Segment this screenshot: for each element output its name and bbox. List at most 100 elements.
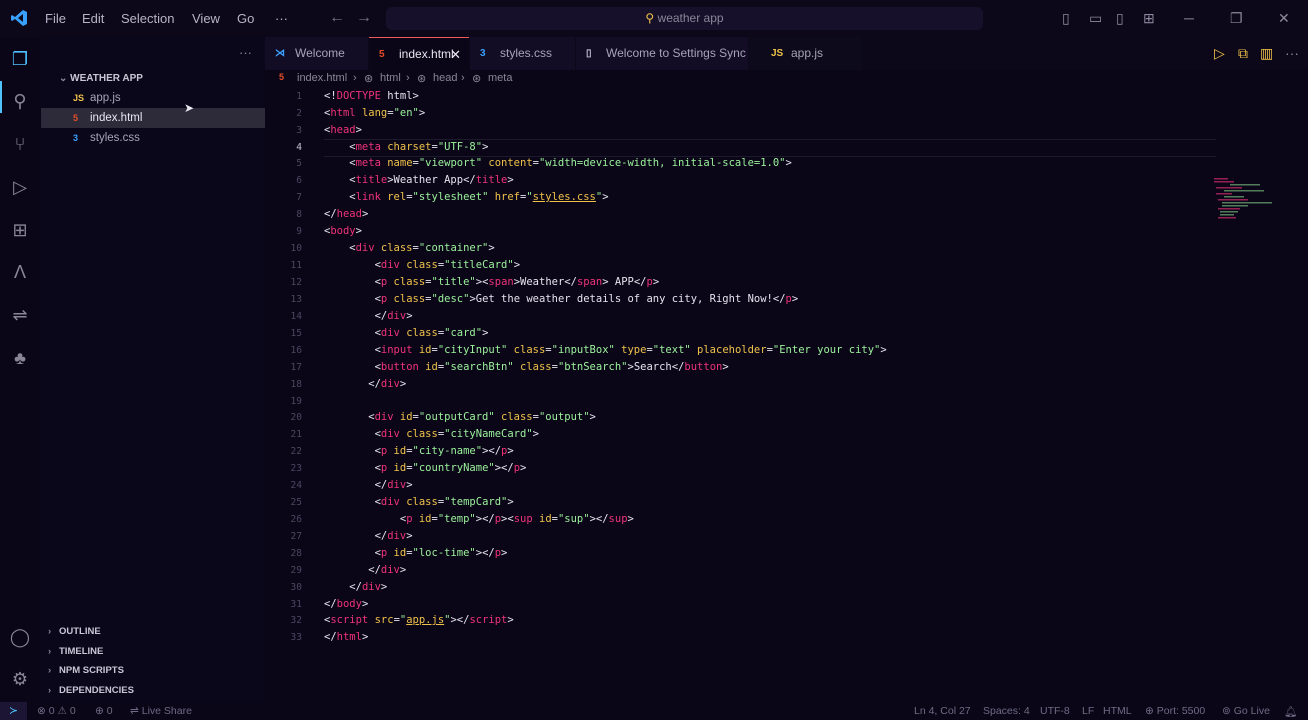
line-number: 13 [290, 294, 302, 305]
remote-explorer-icon[interactable]: ⇌ [8, 303, 32, 327]
line-number: 7 [296, 192, 302, 203]
source-control-icon[interactable]: ⑂ [8, 132, 32, 156]
toggle-panel-icon[interactable]: ▭ [1089, 10, 1102, 27]
command-center-search[interactable]: ⚲ weather app [386, 7, 983, 30]
menu-file[interactable]: File [45, 11, 66, 26]
menu-edit[interactable]: Edit [82, 11, 104, 26]
end-of-line[interactable]: LF [1082, 705, 1094, 717]
settings-gear-icon[interactable]: ⚙ [8, 667, 32, 691]
error-icon: ⊗ [37, 705, 46, 717]
line-number: 25 [290, 497, 302, 508]
section-npm-scripts[interactable]: › NPM SCRIPTS [41, 661, 265, 681]
python-icon[interactable]: ♣ [8, 346, 32, 370]
folder-header[interactable]: ⌄ WEATHER APP [59, 73, 143, 84]
line-number: 5 [296, 158, 302, 169]
section-label: DEPENDENCIES [59, 685, 134, 696]
forward-arrow-icon[interactable]: → [356, 9, 372, 27]
code-line: <div class="tempCard"> [324, 496, 514, 508]
customize-layout-icon[interactable]: ⊞ [1143, 10, 1155, 27]
language-mode[interactable]: HTML [1103, 705, 1132, 717]
cursor-position[interactable]: Ln 4, Col 27 [914, 705, 971, 717]
css-file-icon: 3 [480, 48, 486, 59]
editor-tabs: ⋊ Welcome 5 index.html ✕ 3 styles.css ▯ … [265, 37, 1308, 71]
remote-indicator-icon[interactable]: ≻ [0, 702, 27, 720]
explorer-sidebar: ··· ⌄ WEATHER APP JS app.js 5 index.html… [41, 37, 265, 702]
tab-styles-css[interactable]: 3 styles.css [470, 37, 575, 70]
warning-count: 0 [69, 705, 76, 717]
run-icon[interactable]: ▷ [1214, 45, 1225, 62]
toggle-sidebar-icon[interactable]: ▯ [1062, 10, 1070, 27]
more-actions-icon[interactable]: ··· [239, 45, 252, 60]
problems-indicator[interactable]: ⊗ 0 ⚠ 0 [37, 705, 76, 717]
line-number: 21 [290, 429, 302, 440]
notifications-bell-icon[interactable]: 🔔︎ [1284, 705, 1297, 718]
minimize-icon[interactable]: ─ [1184, 10, 1194, 26]
menu-more[interactable]: ··· [275, 11, 288, 26]
explorer-icon[interactable]: ❐ [8, 47, 32, 71]
file-name: styles.css [90, 132, 140, 144]
code-line: <input id="cityInput" class="inputBox" t… [324, 344, 887, 356]
line-number: 27 [290, 531, 302, 542]
code-line: <body> [324, 225, 362, 237]
code-editor[interactable]: 1 2 3 4 5 6 7 8 9 10 11 12 13 14 15 16 17 18 19 20 21 22 23 24 2… [265, 88, 1308, 702]
menu-go[interactable]: Go [237, 11, 254, 26]
open-preview-icon[interactable]: ⧉ [1238, 45, 1248, 62]
line-number: 11 [290, 260, 302, 271]
breadcrumb-separator: › [461, 72, 465, 84]
more-actions-icon[interactable]: ··· [1285, 45, 1299, 61]
tab-app-js[interactable]: JS app.js [749, 37, 862, 70]
section-outline[interactable]: › OUTLINE [41, 622, 265, 642]
menu-view[interactable]: View [192, 11, 220, 26]
file-item[interactable]: 3 styles.css [41, 128, 265, 148]
tab-welcome[interactable]: ⋊ Welcome [265, 37, 368, 70]
close-tab-icon[interactable]: ✕ [450, 38, 461, 71]
restore-icon[interactable]: ❐ [1230, 10, 1243, 27]
close-window-icon[interactable]: ✕ [1278, 10, 1290, 27]
file-item[interactable]: 5 index.html [41, 108, 265, 128]
line-number: 6 [296, 175, 302, 186]
tab-label: styles.css [500, 46, 553, 60]
go-live-button[interactable]: ⊚ Go Live [1222, 705, 1270, 717]
file-item[interactable]: JS app.js [41, 88, 265, 108]
breadcrumb-meta[interactable]: meta [488, 72, 512, 84]
back-arrow-icon[interactable]: ← [329, 9, 345, 27]
search-icon[interactable]: ⚲ [8, 89, 32, 113]
port-indicator[interactable]: ⊕ Port: 5500 [1145, 705, 1205, 717]
extensions-icon[interactable]: ⊞ [8, 218, 32, 242]
indentation[interactable]: Spaces: 4 [983, 705, 1030, 717]
tab-settings-sync[interactable]: ▯ Welcome to Settings Sync [576, 37, 748, 70]
file-name: app.js [90, 92, 121, 104]
tab-label: Welcome [295, 46, 345, 60]
section-label: TIMELINE [59, 646, 104, 657]
line-number: 18 [290, 379, 302, 390]
run-debug-icon[interactable]: ▷ [8, 175, 32, 199]
accounts-icon[interactable]: ◯ [8, 625, 32, 649]
live-share-button[interactable]: ⇌ Live Share [130, 705, 192, 717]
section-dependencies[interactable]: › DEPENDENCIES [41, 681, 265, 701]
line-number: 10 [290, 243, 302, 254]
folder-name: WEATHER APP [70, 73, 143, 84]
breadcrumb-html[interactable]: html [380, 72, 401, 84]
search-text: weather app [657, 11, 724, 25]
breadcrumb-head[interactable]: head [433, 72, 457, 84]
live-share-icon: ⇌ [130, 705, 139, 717]
tab-index-html[interactable]: 5 index.html ✕ [369, 37, 469, 71]
code-line: </div> [324, 530, 413, 542]
section-timeline[interactable]: › TIMELINE [41, 642, 265, 662]
menu-selection[interactable]: Selection [121, 11, 174, 26]
go-live-label: Go Live [1233, 705, 1270, 717]
minimap[interactable] [1214, 178, 1284, 228]
azure-icon[interactable]: Λ [8, 260, 32, 284]
vscode-icon: ⋊ [275, 48, 285, 59]
section-label: OUTLINE [59, 626, 101, 637]
breadcrumb-file[interactable]: index.html [297, 72, 347, 84]
encoding[interactable]: UTF-8 [1040, 705, 1070, 717]
search-icon: ⚲ [645, 11, 658, 25]
mouse-cursor-icon: ➤ [184, 101, 195, 115]
line-number: 23 [290, 463, 302, 474]
line-number: 32 [290, 615, 302, 626]
toggle-secondary-sidebar-icon[interactable]: ▯ [1116, 10, 1124, 27]
file-icon: ▯ [586, 48, 592, 59]
split-editor-icon[interactable]: ▥ [1260, 45, 1273, 62]
ports-indicator[interactable]: ⊕ 0 [95, 705, 113, 717]
